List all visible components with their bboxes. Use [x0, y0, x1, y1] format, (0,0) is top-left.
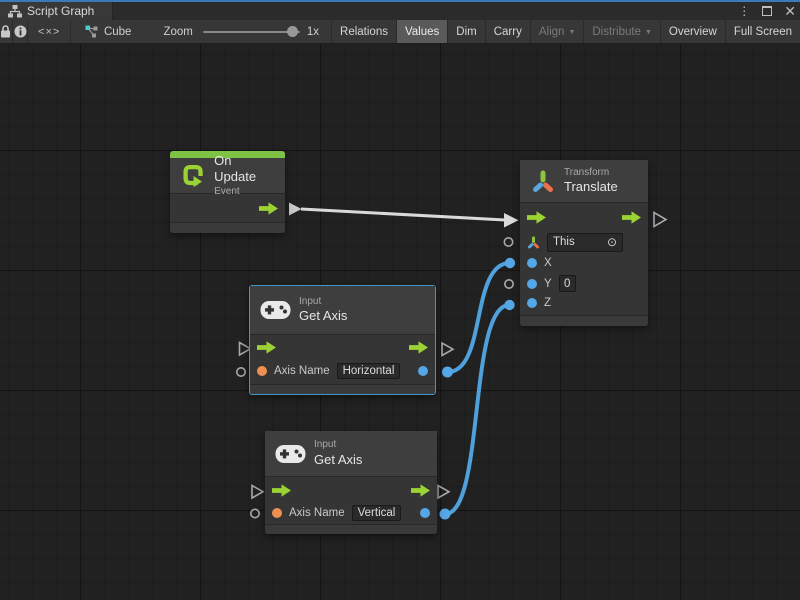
lock-button[interactable] [0, 20, 13, 43]
exec-arrow-icon [272, 484, 291, 497]
x-port-dot[interactable] [527, 258, 537, 268]
exec-row [265, 477, 437, 504]
axis-name-port-dot[interactable] [257, 366, 267, 376]
update-loop-icon [180, 162, 206, 189]
zoom-slider[interactable] [203, 20, 300, 43]
x-input-row: X [520, 252, 648, 273]
node-footer [520, 315, 648, 326]
node-category: Transform [564, 167, 618, 180]
graph-toolbar: <×> Cube Zoom 1x Relations Values Dim Ca… [0, 20, 800, 44]
exec-arrow-icon [622, 211, 641, 224]
y-port-dot[interactable] [527, 279, 537, 289]
relations-button[interactable]: Relations [331, 20, 396, 43]
overview-button[interactable]: Overview [660, 20, 725, 43]
gamepad-icon [275, 444, 306, 464]
node-get-axis-vertical[interactable]: Input Get Axis Axis Name Vertical [265, 431, 437, 534]
zoom-label: Zoom [163, 26, 192, 38]
zoom-value: 1x [307, 26, 319, 38]
exec-output-row [170, 194, 285, 222]
axis-name-field[interactable]: Horizontal [337, 363, 401, 379]
node-title: Get Axis [314, 452, 362, 468]
code-icon: <×> [38, 26, 60, 38]
chevron-down-icon: ▼ [568, 29, 575, 36]
node-title: Translate [564, 179, 618, 195]
info-icon [14, 25, 27, 38]
inspect-button[interactable] [13, 20, 29, 43]
node-transform-translate[interactable]: Transform Translate This ⊙ X [520, 160, 648, 326]
node-footer [265, 524, 437, 534]
object-picker-icon[interactable]: ⊙ [607, 235, 617, 249]
dim-button[interactable]: Dim [447, 20, 484, 43]
this-input-row: This ⊙ [520, 232, 648, 252]
unity-script-graph-window: Script Graph ⋮ ✕ <×> [0, 0, 800, 600]
node-category: Input [314, 439, 362, 452]
node-title: On Update [214, 153, 275, 186]
chevron-down-icon: ▼ [645, 29, 652, 36]
value-output-dot[interactable] [420, 508, 430, 518]
axis-name-field[interactable]: Vertical [352, 505, 402, 521]
node-category: Input [299, 296, 347, 309]
window-controls: ⋮ ✕ [738, 2, 796, 20]
graph-target[interactable]: Cube [71, 20, 142, 43]
node-header: Transform Translate [520, 160, 648, 203]
node-footer [170, 222, 285, 233]
node-footer [250, 384, 435, 394]
axis-name-row: Axis Name Vertical [265, 504, 437, 524]
z-input-row: Z [520, 294, 648, 315]
distribute-dropdown[interactable]: Distribute ▼ [583, 20, 660, 43]
exec-arrow-icon [411, 484, 430, 497]
axis-name-row: Axis Name Horizontal [250, 360, 435, 384]
node-header: Input Get Axis [250, 286, 435, 335]
lock-icon [0, 25, 11, 38]
carry-button[interactable]: Carry [485, 20, 530, 43]
window-titlebar: Script Graph ⋮ ✕ [0, 0, 800, 20]
exec-arrow-icon [257, 341, 276, 354]
zoom-slider-handle[interactable] [287, 26, 298, 37]
node-header: On Update Event [170, 158, 285, 194]
exec-arrow-icon [527, 211, 546, 224]
port-translate-z-input[interactable] [504, 300, 514, 310]
y-value-field[interactable]: 0 [559, 275, 576, 292]
port-getaxis-h-value-output[interactable] [442, 367, 453, 378]
node-on-update-event[interactable]: On Update Event [170, 151, 285, 233]
value-output-dot[interactable] [418, 366, 428, 376]
full-screen-button[interactable]: Full Screen [725, 20, 800, 43]
graph-target-label: Cube [104, 26, 132, 38]
port-translate-x-input[interactable] [505, 258, 515, 268]
this-object-field[interactable]: This ⊙ [547, 233, 623, 252]
close-button[interactable]: ✕ [784, 4, 796, 18]
maximize-button[interactable] [762, 6, 772, 16]
graph-target-icon [85, 25, 98, 38]
tab-script-graph[interactable]: Script Graph [0, 2, 113, 20]
port-getaxis-v-value-output[interactable] [440, 509, 451, 520]
transform-icon [530, 168, 556, 194]
values-button[interactable]: Values [396, 20, 447, 43]
z-port-dot[interactable] [527, 298, 537, 308]
node-get-axis-horizontal[interactable]: Input Get Axis Axis Name Horizontal [249, 285, 436, 395]
axis-name-port-dot[interactable] [272, 508, 282, 518]
transform-mini-icon [527, 236, 540, 249]
exec-row [520, 203, 648, 232]
code-preview-button[interactable]: <×> [28, 20, 71, 43]
zoom-slider-track [203, 31, 300, 33]
node-subtitle: Event [214, 186, 275, 199]
node-title: Get Axis [299, 308, 347, 324]
exec-row [250, 335, 435, 360]
toolbar-buttons: Relations Values Dim Carry Align ▼ Distr… [331, 20, 800, 43]
exec-arrow-icon [259, 202, 278, 215]
y-input-row: Y 0 [520, 273, 648, 294]
exec-arrow-icon [409, 341, 428, 354]
graph-hierarchy-icon [8, 5, 22, 18]
gamepad-icon [260, 300, 291, 320]
tab-title: Script Graph [27, 4, 94, 18]
zoom-control: Zoom 1x [141, 20, 331, 43]
focus-accent-strip [0, 0, 800, 2]
node-header: Input Get Axis [265, 431, 437, 477]
window-menu-button[interactable]: ⋮ [738, 5, 750, 17]
align-dropdown[interactable]: Align ▼ [530, 20, 584, 43]
